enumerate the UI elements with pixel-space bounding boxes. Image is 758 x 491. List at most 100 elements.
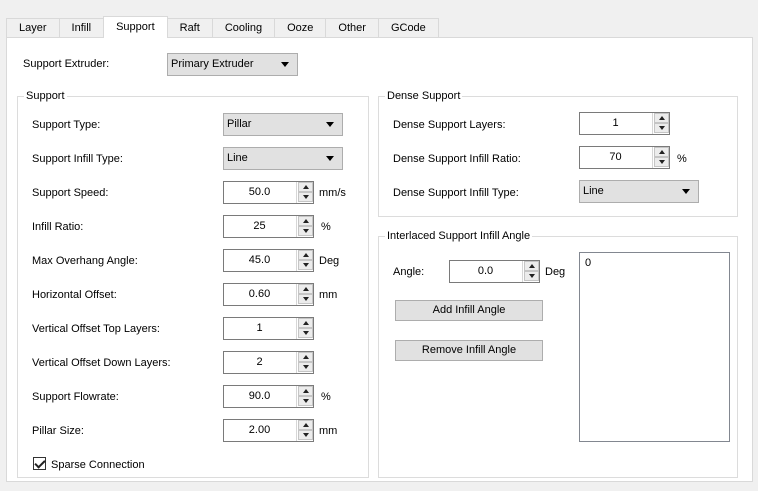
sparse-connection-label[interactable]: Sparse Connection: [51, 459, 145, 472]
support-extruder-label: Support Extruder:: [23, 58, 110, 70]
sparse-connection-checkbox[interactable]: [33, 457, 46, 470]
spin-down-arrow-icon[interactable]: [298, 226, 313, 236]
dense-support-layers-label: Dense Support Layers:: [393, 119, 506, 131]
add-infill-angle-button[interactable]: Add Infill Angle: [395, 300, 543, 321]
support-flowrate-spinbox[interactable]: 90.0: [223, 385, 314, 408]
spin-down-arrow-icon[interactable]: [298, 430, 313, 440]
vertical-offset-down-spinbox[interactable]: 2: [223, 351, 314, 374]
horizontal-offset-spinbox[interactable]: 0.60: [223, 283, 314, 306]
dense-support-infill-ratio-value[interactable]: 70: [580, 147, 651, 168]
dense-support-infill-ratio-label: Dense Support Infill Ratio:: [393, 153, 521, 165]
spin-down-arrow-icon[interactable]: [298, 192, 313, 202]
dense-support-infill-type-label: Dense Support Infill Type:: [393, 187, 519, 199]
support-speed-spinbox[interactable]: 50.0: [223, 181, 314, 204]
support-type-value: Pillar: [227, 118, 252, 130]
support-speed-value[interactable]: 50.0: [224, 182, 295, 203]
vertical-offset-top-value[interactable]: 1: [224, 318, 295, 339]
vertical-offset-down-value[interactable]: 2: [224, 352, 295, 373]
pillar-size-spinbox[interactable]: 2.00: [223, 419, 314, 442]
chevron-down-icon: [326, 122, 334, 127]
support-infill-type-value: Line: [227, 152, 248, 164]
angle-unit: Deg: [545, 266, 566, 278]
support-extruder-value: Primary Extruder: [171, 58, 254, 70]
tab-ooze[interactable]: Ooze: [274, 18, 327, 38]
dense-support-infill-ratio-spinbox[interactable]: 70: [579, 146, 670, 169]
spin-up-arrow-icon[interactable]: [654, 113, 669, 123]
spin-up-arrow-icon[interactable]: [298, 318, 313, 328]
tab-infill[interactable]: Infill: [58, 18, 105, 38]
tab-support[interactable]: Support: [103, 16, 168, 38]
pillar-size-label: Pillar Size:: [32, 425, 84, 437]
spin-up-arrow-icon[interactable]: [298, 284, 313, 294]
tab-gcode[interactable]: GCode: [377, 18, 439, 38]
support-group-title: Support: [24, 89, 67, 103]
horizontal-offset-label: Horizontal Offset:: [32, 289, 117, 301]
vertical-offset-top-spinbox[interactable]: 1: [223, 317, 314, 340]
chevron-down-icon: [326, 156, 334, 161]
dense-support-layers-spinbox[interactable]: 1: [579, 112, 670, 135]
spin-down-arrow-icon[interactable]: [298, 260, 313, 270]
support-extruder-select[interactable]: Primary Extruder: [167, 53, 298, 76]
support-tab-panel: Support Extruder: Primary Extruder Suppo…: [6, 37, 753, 482]
chevron-down-icon: [682, 189, 690, 194]
list-item[interactable]: 0: [585, 257, 729, 270]
spin-up-arrow-icon[interactable]: [298, 250, 313, 260]
support-flowrate-value[interactable]: 90.0: [224, 386, 295, 407]
spin-down-arrow-icon[interactable]: [298, 294, 313, 304]
infill-ratio-label: Infill Ratio:: [32, 221, 84, 233]
spin-down-arrow-icon[interactable]: [298, 362, 313, 372]
support-type-select[interactable]: Pillar: [223, 113, 343, 136]
infill-angle-list[interactable]: 0: [579, 252, 730, 442]
dense-support-group: Dense Support Dense Support Layers: 1 De…: [378, 89, 738, 217]
support-flowrate-label: Support Flowrate:: [32, 391, 119, 403]
max-overhang-angle-spinbox[interactable]: 45.0: [223, 249, 314, 272]
spin-up-arrow-icon[interactable]: [298, 352, 313, 362]
tab-bar: Layer Infill Support Raft Cooling Ooze O…: [6, 16, 439, 38]
pillar-size-value[interactable]: 2.00: [224, 420, 295, 441]
tab-layer[interactable]: Layer: [6, 18, 60, 38]
spin-up-arrow-icon[interactable]: [298, 182, 313, 192]
dense-support-infill-type-value: Line: [583, 185, 604, 197]
support-flowrate-unit: %: [321, 391, 331, 403]
interlaced-support-group-title: Interlaced Support Infill Angle: [385, 229, 533, 243]
spin-up-arrow-icon[interactable]: [298, 216, 313, 226]
support-speed-label: Support Speed:: [32, 187, 109, 199]
spin-up-arrow-icon[interactable]: [298, 420, 313, 430]
horizontal-offset-unit: mm: [319, 289, 338, 301]
max-overhang-angle-value[interactable]: 45.0: [224, 250, 295, 271]
vertical-offset-top-label: Vertical Offset Top Layers:: [32, 323, 160, 335]
chevron-down-icon: [281, 62, 289, 67]
support-infill-type-select[interactable]: Line: [223, 147, 343, 170]
spin-up-arrow-icon[interactable]: [298, 386, 313, 396]
spin-down-arrow-icon[interactable]: [298, 396, 313, 406]
pillar-size-unit: mm: [319, 425, 338, 437]
max-overhang-angle-label: Max Overhang Angle:: [32, 255, 138, 267]
support-group: Support Support Type: Pillar Support Inf…: [17, 89, 369, 478]
infill-ratio-unit: %: [321, 221, 331, 233]
dense-support-infill-ratio-unit: %: [677, 153, 687, 165]
spin-down-arrow-icon[interactable]: [524, 271, 539, 281]
angle-label: Angle:: [393, 266, 425, 278]
tab-other[interactable]: Other: [325, 18, 379, 38]
infill-ratio-spinbox[interactable]: 25: [223, 215, 314, 238]
angle-value[interactable]: 0.0: [450, 261, 521, 282]
infill-ratio-value[interactable]: 25: [224, 216, 295, 237]
spin-down-arrow-icon[interactable]: [298, 328, 313, 338]
angle-spinbox[interactable]: 0.0: [449, 260, 540, 283]
tab-raft[interactable]: Raft: [166, 18, 213, 38]
tab-cooling[interactable]: Cooling: [211, 18, 276, 38]
support-infill-type-label: Support Infill Type:: [32, 153, 123, 165]
spin-down-arrow-icon[interactable]: [654, 123, 669, 133]
dense-support-infill-type-select[interactable]: Line: [579, 180, 699, 203]
remove-infill-angle-button[interactable]: Remove Infill Angle: [395, 340, 543, 361]
spin-up-arrow-icon[interactable]: [654, 147, 669, 157]
support-type-label: Support Type:: [32, 119, 101, 131]
max-overhang-angle-unit: Deg: [319, 255, 340, 267]
spin-up-arrow-icon[interactable]: [524, 261, 539, 271]
interlaced-support-group: Interlaced Support Infill Angle Angle: 0…: [378, 229, 738, 478]
dense-support-group-title: Dense Support: [385, 89, 463, 103]
dense-support-layers-value[interactable]: 1: [580, 113, 651, 134]
support-speed-unit: mm/s: [319, 187, 346, 199]
horizontal-offset-value[interactable]: 0.60: [224, 284, 295, 305]
spin-down-arrow-icon[interactable]: [654, 157, 669, 167]
